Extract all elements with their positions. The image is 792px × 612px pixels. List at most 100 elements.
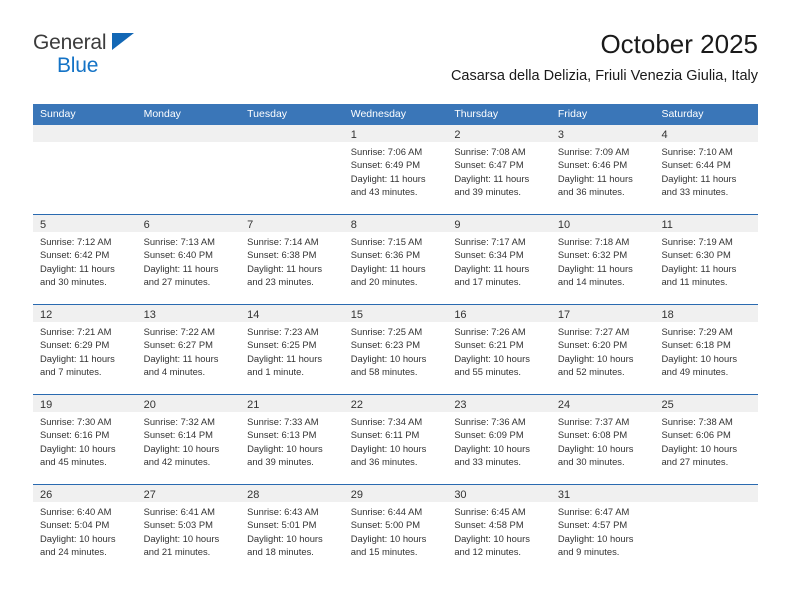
sunset-text: Sunset: 6:13 PM (247, 429, 317, 441)
daylight-text-line2: and 11 minutes. (661, 275, 728, 287)
day-cell-5[interactable]: 5 Sunrise: 7:12 AM Sunset: 6:42 PM Daylight… (33, 215, 137, 304)
day-number-band: 19 (33, 395, 137, 412)
day-cell-15[interactable]: 15 Sunrise: 7:25 AM Sunset: 6:23 PM Dayligh… (343, 305, 448, 394)
sunrise-text: Sunrise: 7:38 AM (661, 416, 733, 427)
daylight-text-line1: Daylight: 11 hours (143, 262, 219, 274)
day-number: 8 (350, 219, 357, 231)
day-cell-23[interactable]: 23 Sunrise: 7:36 AM Sunset: 6:09 PM Dayligh… (447, 395, 551, 484)
daylight-text-line2: and 20 minutes. (350, 275, 418, 287)
sunset-text: Sunset: 6:47 PM (454, 159, 524, 171)
day-sun-info: Sunrise: 7:33 AM Sunset: 6:13 PM Daylight:… (240, 412, 344, 468)
day-sun-info: Sunrise: 7:27 AM Sunset: 6:20 PM Daylight:… (551, 322, 655, 378)
sunset-text: Sunset: 6:25 PM (247, 339, 317, 351)
brand-name-general: General (33, 31, 107, 54)
day-sun-info: Sunrise: 7:12 AM Sunset: 6:42 PM Daylight:… (33, 232, 137, 288)
day-cell-18[interactable]: 18 Sunrise: 7:29 AM Sunset: 6:18 PM Dayligh… (654, 305, 759, 394)
day-cell-1[interactable]: 1 Sunrise: 7:06 AM Sunset: 6:49 PM Daylight… (343, 125, 448, 214)
day-sun-info (33, 142, 137, 145)
day-number-band: 29 (343, 485, 448, 502)
day-sun-info: Sunrise: 7:21 AM Sunset: 6:29 PM Daylight:… (33, 322, 137, 378)
sunrise-text: Sunrise: 7:06 AM (350, 146, 423, 157)
sunset-text: Sunset: 6:38 PM (247, 249, 317, 261)
daylight-text-line1: Daylight: 10 hours (661, 352, 738, 364)
sunrise-text: Sunrise: 6:44 AM (350, 506, 423, 517)
day-sun-info: Sunrise: 7:34 AM Sunset: 6:11 PM Daylight:… (344, 412, 448, 468)
day-cell-24[interactable]: 24 Sunrise: 7:37 AM Sunset: 6:08 PM Dayligh… (550, 395, 655, 484)
day-number-band: 8 (343, 215, 448, 232)
day-sun-info: Sunrise: 7:19 AM Sunset: 6:30 PM Daylight:… (654, 232, 758, 288)
day-sun-info: Sunrise: 7:36 AM Sunset: 6:09 PM Daylight:… (447, 412, 551, 468)
calendar-week-row: 1 Sunrise: 7:06 AM Sunset: 6:49 PM Daylight… (33, 125, 759, 214)
day-cell-8[interactable]: 8 Sunrise: 7:15 AM Sunset: 6:36 PM Daylight… (343, 215, 448, 304)
day-cell-22[interactable]: 22 Sunrise: 7:34 AM Sunset: 6:11 PM Dayligh… (343, 395, 448, 484)
day-cell-29[interactable]: 29 Sunrise: 6:44 AM Sunset: 5:00 PM Dayligh… (343, 485, 448, 574)
day-cell-empty (33, 125, 137, 214)
day-cell-30[interactable]: 30 Sunrise: 6:45 AM Sunset: 4:58 PM Dayligh… (447, 485, 551, 574)
day-cell-6[interactable]: 6 Sunrise: 7:13 AM Sunset: 6:40 PM Daylight… (136, 215, 241, 304)
daylight-text-line2: and 4 minutes. (143, 365, 206, 377)
day-number-band: 6 (136, 215, 241, 232)
day-cell-10[interactable]: 10 Sunrise: 7:18 AM Sunset: 6:32 PM Dayligh… (550, 215, 655, 304)
daylight-text-line2: and 27 minutes. (143, 275, 211, 287)
daylight-text-line2: and 43 minutes. (350, 185, 418, 197)
day-number-band: 30 (447, 485, 551, 502)
day-cell-2[interactable]: 2 Sunrise: 7:08 AM Sunset: 6:47 PM Daylight… (447, 125, 551, 214)
day-number-band (654, 485, 759, 502)
day-number-band: 4 (654, 125, 759, 142)
day-cell-4[interactable]: 4 Sunrise: 7:10 AM Sunset: 6:44 PM Daylight… (654, 125, 759, 214)
calendar-week-row: 12 Sunrise: 7:21 AM Sunset: 6:29 PM Dayligh… (33, 304, 759, 394)
day-number-band: 7 (240, 215, 344, 232)
day-cell-28[interactable]: 28 Sunrise: 6:43 AM Sunset: 5:01 PM Dayligh… (240, 485, 344, 574)
day-cell-25[interactable]: 25 Sunrise: 7:38 AM Sunset: 6:06 PM Dayligh… (654, 395, 759, 484)
day-number-band: 23 (447, 395, 551, 412)
sunset-text: Sunset: 6:11 PM (350, 429, 420, 441)
calendar-week-row: 5 Sunrise: 7:12 AM Sunset: 6:42 PM Daylight… (33, 214, 759, 304)
day-sun-info: Sunrise: 7:32 AM Sunset: 6:14 PM Daylight:… (137, 412, 241, 468)
day-sun-info: Sunrise: 7:37 AM Sunset: 6:08 PM Daylight:… (551, 412, 655, 468)
day-cell-9[interactable]: 9 Sunrise: 7:17 AM Sunset: 6:34 PM Daylight… (447, 215, 551, 304)
day-number-band: 10 (550, 215, 655, 232)
day-cell-7[interactable]: 7 Sunrise: 7:14 AM Sunset: 6:38 PM Daylight… (240, 215, 344, 304)
day-cell-31[interactable]: 31 Sunrise: 6:47 AM Sunset: 4:57 PM Dayligh… (550, 485, 655, 574)
daylight-text-line1: Daylight: 11 hours (350, 172, 426, 184)
sunset-text: Sunset: 4:57 PM (557, 519, 628, 531)
day-cell-13[interactable]: 13 Sunrise: 7:22 AM Sunset: 6:27 PM Dayligh… (136, 305, 241, 394)
sunset-text: Sunset: 6:30 PM (661, 249, 731, 261)
day-cell-20[interactable]: 20 Sunrise: 7:32 AM Sunset: 6:14 PM Dayligh… (136, 395, 241, 484)
sunset-text: Sunset: 6:18 PM (661, 339, 731, 351)
sunset-text: Sunset: 5:04 PM (40, 519, 110, 531)
day-sun-info: Sunrise: 7:13 AM Sunset: 6:40 PM Daylight:… (137, 232, 241, 288)
daylight-text-line2: and 55 minutes. (454, 365, 522, 377)
day-cell-17[interactable]: 17 Sunrise: 7:27 AM Sunset: 6:20 PM Dayligh… (550, 305, 655, 394)
day-cell-27[interactable]: 27 Sunrise: 6:41 AM Sunset: 5:03 PM Dayligh… (136, 485, 241, 574)
sunrise-text: Sunrise: 7:08 AM (454, 146, 526, 157)
daylight-text-line1: Daylight: 11 hours (40, 352, 115, 364)
daylight-text-line1: Daylight: 10 hours (350, 442, 427, 454)
day-sun-info: Sunrise: 6:47 AM Sunset: 4:57 PM Daylight:… (551, 502, 655, 558)
day-cell-3[interactable]: 3 Sunrise: 7:09 AM Sunset: 6:46 PM Daylight… (550, 125, 655, 214)
day-cell-19[interactable]: 19 Sunrise: 7:30 AM Sunset: 6:16 PM Dayligh… (33, 395, 137, 484)
day-cell-21[interactable]: 21 Sunrise: 7:33 AM Sunset: 6:13 PM Dayligh… (240, 395, 344, 484)
day-number-band: 26 (33, 485, 137, 502)
sunset-text: Sunset: 6:16 PM (40, 429, 110, 441)
daylight-text-line1: Daylight: 10 hours (247, 532, 323, 544)
sunrise-text: Sunrise: 7:21 AM (40, 326, 112, 337)
daylight-text-line2: and 18 minutes. (247, 545, 314, 557)
day-sun-info (654, 502, 758, 505)
day-cell-12[interactable]: 12 Sunrise: 7:21 AM Sunset: 6:29 PM Dayligh… (33, 305, 137, 394)
day-number-band: 28 (240, 485, 344, 502)
sunrise-text: Sunrise: 6:47 AM (557, 506, 630, 517)
day-cell-14[interactable]: 14 Sunrise: 7:23 AM Sunset: 6:25 PM Dayligh… (240, 305, 344, 394)
daylight-text-line2: and 14 minutes. (557, 275, 625, 287)
sunrise-text: Sunrise: 7:27 AM (557, 326, 630, 337)
sunrise-text: Sunrise: 7:14 AM (247, 236, 319, 247)
weekday-header-wednesday: Wednesday (350, 108, 406, 120)
day-number: 19 (40, 399, 53, 411)
day-cell-26[interactable]: 26 Sunrise: 6:40 AM Sunset: 5:04 PM Dayligh… (33, 485, 137, 574)
day-number-band: 14 (240, 305, 344, 322)
day-cell-11[interactable]: 11 Sunrise: 7:19 AM Sunset: 6:30 PM Dayligh… (654, 215, 759, 304)
brand-logo[interactable]: General Blue (33, 32, 253, 84)
day-number-band: 17 (550, 305, 655, 322)
day-cell-16[interactable]: 16 Sunrise: 7:26 AM Sunset: 6:21 PM Dayligh… (447, 305, 551, 394)
sunset-text: Sunset: 6:34 PM (454, 249, 524, 261)
